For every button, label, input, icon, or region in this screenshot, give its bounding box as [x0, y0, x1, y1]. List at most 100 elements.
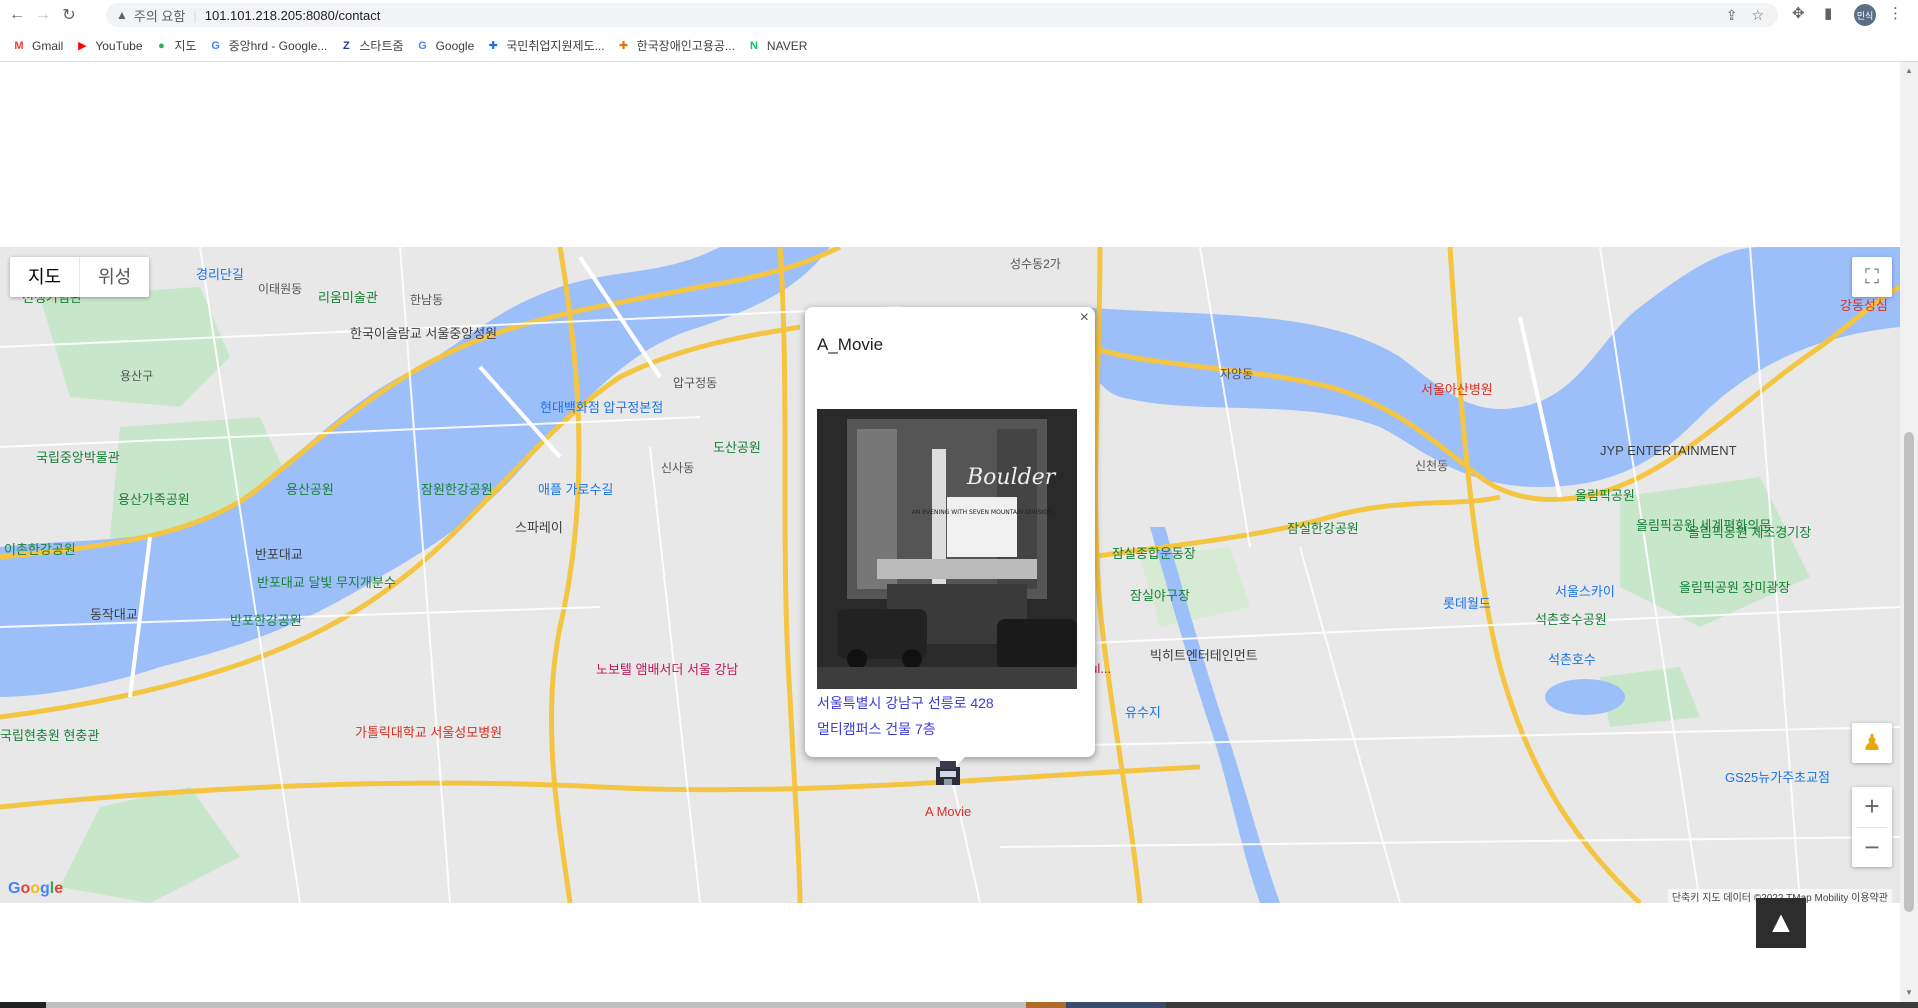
map-place-label[interactable]: 경리단길	[196, 264, 244, 283]
scroll-to-top-button[interactable]: ▲	[1756, 898, 1806, 948]
youtube-icon: ▶	[78, 40, 87, 52]
map-place-label[interactable]: 스파레이	[515, 517, 563, 536]
map-place-label[interactable]: 올림픽공원	[1575, 485, 1635, 504]
map-place-label[interactable]: 석촌호수	[1548, 649, 1596, 668]
map-place-label[interactable]: JYP ENTERTAINMENT	[1600, 443, 1737, 458]
map-place-label[interactable]: 한국이슬람교 서울중앙성원	[350, 323, 497, 342]
map-place-label[interactable]: 잠실야구장	[1130, 585, 1190, 604]
url-text[interactable]: 101.101.218.205:8080/contact	[205, 8, 381, 23]
browser-toolbar: ← → ↻ ▲ 주의 요함 | 101.101.218.205:8080/con…	[0, 0, 1918, 30]
bookmark-item[interactable]: G Google	[416, 38, 475, 53]
map-place-label[interactable]: 올림픽공원 체조경기장	[1688, 522, 1811, 541]
close-icon[interactable]: ×	[1080, 309, 1089, 327]
menu-icon[interactable]: ⋮	[1888, 4, 1903, 22]
map-place-label[interactable]: 반포대교 달빛 무지개분수	[257, 572, 396, 591]
bookmark-item[interactable]: ✚ 한국장애인고용공...	[617, 37, 735, 54]
map-place-label[interactable]: 잠실한강공원	[1287, 518, 1359, 537]
theater-marker-icon[interactable]	[932, 757, 964, 789]
bookmark-label: Google	[435, 38, 475, 53]
map-place-label[interactable]: 반포한강공원	[230, 610, 302, 629]
map-place-label[interactable]: 국립중앙박물관	[36, 447, 120, 466]
map-place-label[interactable]: 빅히트엔터테인먼트	[1150, 645, 1258, 664]
map-place-label[interactable]: 노보텔 앰배서더 서울 강남	[596, 659, 738, 678]
map-place-label[interactable]: 용산가족공원	[118, 489, 190, 508]
gov-icon: ✚	[488, 40, 498, 52]
forward-icon[interactable]: →	[32, 4, 54, 26]
google-icon: G	[211, 39, 220, 52]
scroll-down-arrow[interactable]: ▼	[1905, 988, 1913, 997]
zoom-in-button[interactable]: +	[1852, 787, 1892, 827]
map-type-satellite-button[interactable]: 위성	[80, 257, 149, 297]
info-window-title: A_Movie	[817, 335, 884, 354]
warning-icon: ▲	[116, 8, 128, 22]
bookmark-item[interactable]: N NAVER	[747, 39, 807, 53]
startzoom-icon: Z	[343, 39, 350, 52]
scrollbar[interactable]: ▲ ▼	[1900, 62, 1918, 1002]
zoom-out-button[interactable]: −	[1852, 827, 1892, 867]
bookmark-item[interactable]: G 중앙hrd - Google...	[209, 37, 328, 54]
map-place-label[interactable]: 잠원한강공원	[421, 479, 493, 498]
map-place-label[interactable]: 현대백화점 압구정본점	[540, 397, 663, 416]
map-place-label[interactable]: GS25뉴가주초교점	[1725, 767, 1830, 786]
bookmark-label: YouTube	[95, 38, 143, 53]
map-place-label[interactable]: 이촌한강공원	[4, 539, 76, 558]
map-place-label[interactable]: 리움미술관	[318, 287, 378, 306]
map-place-label[interactable]: 반포대교	[255, 544, 303, 563]
scroll-up-arrow[interactable]: ▲	[1905, 66, 1913, 75]
extensions-icon[interactable]: ✥	[1792, 4, 1805, 22]
info-window: × A_Movie Boulder AN EVENING WITH SEVEN …	[805, 307, 1095, 771]
map-place-label[interactable]: 롯데월드	[1443, 593, 1491, 612]
map-place-label[interactable]: 신천동	[1415, 457, 1448, 474]
map-place-label[interactable]: 이태원동	[258, 280, 302, 297]
bookmark-label: 중앙hrd - Google...	[228, 39, 328, 53]
map-place-label[interactable]: 성수동2가	[1010, 255, 1061, 272]
theater-marquee: AN EVENING WITH SEVEN MOUNTAIN DIVISION	[912, 509, 1052, 516]
back-icon[interactable]: ←	[6, 4, 28, 26]
map-place-label[interactable]: 서울아산병원	[1421, 379, 1493, 398]
map-type-control[interactable]: 지도 위성	[10, 257, 150, 297]
map-place-label[interactable]: 올림픽공원 장미광장	[1679, 577, 1790, 596]
scroll-thumb[interactable]	[1904, 432, 1914, 912]
address-line-2[interactable]: 멀티캠퍼스 건물 7층	[817, 719, 936, 739]
theater-photo: Boulder AN EVENING WITH SEVEN MOUNTAIN D…	[817, 409, 1077, 689]
bookmark-star-icon[interactable]: ☆	[1751, 7, 1764, 24]
bookmark-item[interactable]: Z 스타트줌	[339, 37, 404, 54]
map-place-label[interactable]: 신사동	[661, 459, 694, 476]
map-type-map-button[interactable]: 지도	[10, 257, 81, 297]
taskbar-strip	[0, 1002, 1918, 1008]
map-place-label[interactable]: 가톨릭대학교 서울성모병원	[355, 722, 502, 741]
address-line-1[interactable]: 서울특별시 강남구 선릉로 428	[817, 693, 994, 713]
bookmark-item[interactable]: ▶ YouTube	[75, 39, 142, 53]
map-place-label[interactable]: 강동성심	[1840, 295, 1888, 314]
map-place-label[interactable]: 애플 가로수길	[538, 479, 613, 498]
reload-icon[interactable]: ↻	[58, 4, 80, 26]
bookmark-label: 스타트줌	[359, 39, 404, 53]
map-place-label[interactable]: 한남동	[410, 291, 443, 308]
map-place-label[interactable]: 용산구	[120, 367, 153, 384]
bookmark-item[interactable]: ✚ 국민취업지원제도...	[486, 37, 605, 54]
naver-icon: N	[749, 39, 758, 52]
address-bar[interactable]: ▲ 주의 요함 | 101.101.218.205:8080/contact ⇪…	[106, 3, 1778, 27]
gmail-icon: M	[14, 39, 24, 52]
map-place-label[interactable]: 유수지	[1125, 702, 1161, 721]
share-icon[interactable]: ⇪	[1726, 7, 1738, 24]
marker-label: A Movie	[925, 804, 972, 819]
bookmark-item[interactable]: M Gmail	[12, 39, 63, 53]
bookmark-label: 한국장애인고용공...	[636, 39, 735, 53]
map-place-label[interactable]: 서울스카이	[1555, 581, 1615, 600]
avatar[interactable]: 민식	[1854, 4, 1876, 26]
fullscreen-icon[interactable]: ⛶	[1852, 257, 1892, 297]
map-place-label[interactable]: 자양동	[1220, 365, 1253, 382]
map-place-label[interactable]: 도산공원	[713, 437, 761, 456]
map-place-label[interactable]: 석촌호수공원	[1535, 609, 1607, 628]
google-logo[interactable]: Google	[8, 880, 63, 898]
side-panel-icon[interactable]: ▮	[1824, 4, 1832, 22]
map-place-label[interactable]: 잠실종합운동장	[1112, 543, 1196, 562]
google-map[interactable]: 경리단길 이태원동 리움미술관 전쟁기념관 한국이슬람교 서울중앙성원 한남동 용산구 국립중…	[0, 247, 1900, 903]
map-place-label[interactable]: 국립현충원 현충관	[0, 725, 99, 744]
bookmark-item[interactable]: ● 지도	[155, 37, 196, 54]
map-place-label[interactable]: 용산공원	[286, 479, 334, 498]
map-place-label[interactable]: 동작대교	[90, 604, 138, 623]
pegman-icon[interactable]: ♟	[1852, 723, 1892, 763]
map-place-label[interactable]: 압구정동	[673, 374, 717, 391]
